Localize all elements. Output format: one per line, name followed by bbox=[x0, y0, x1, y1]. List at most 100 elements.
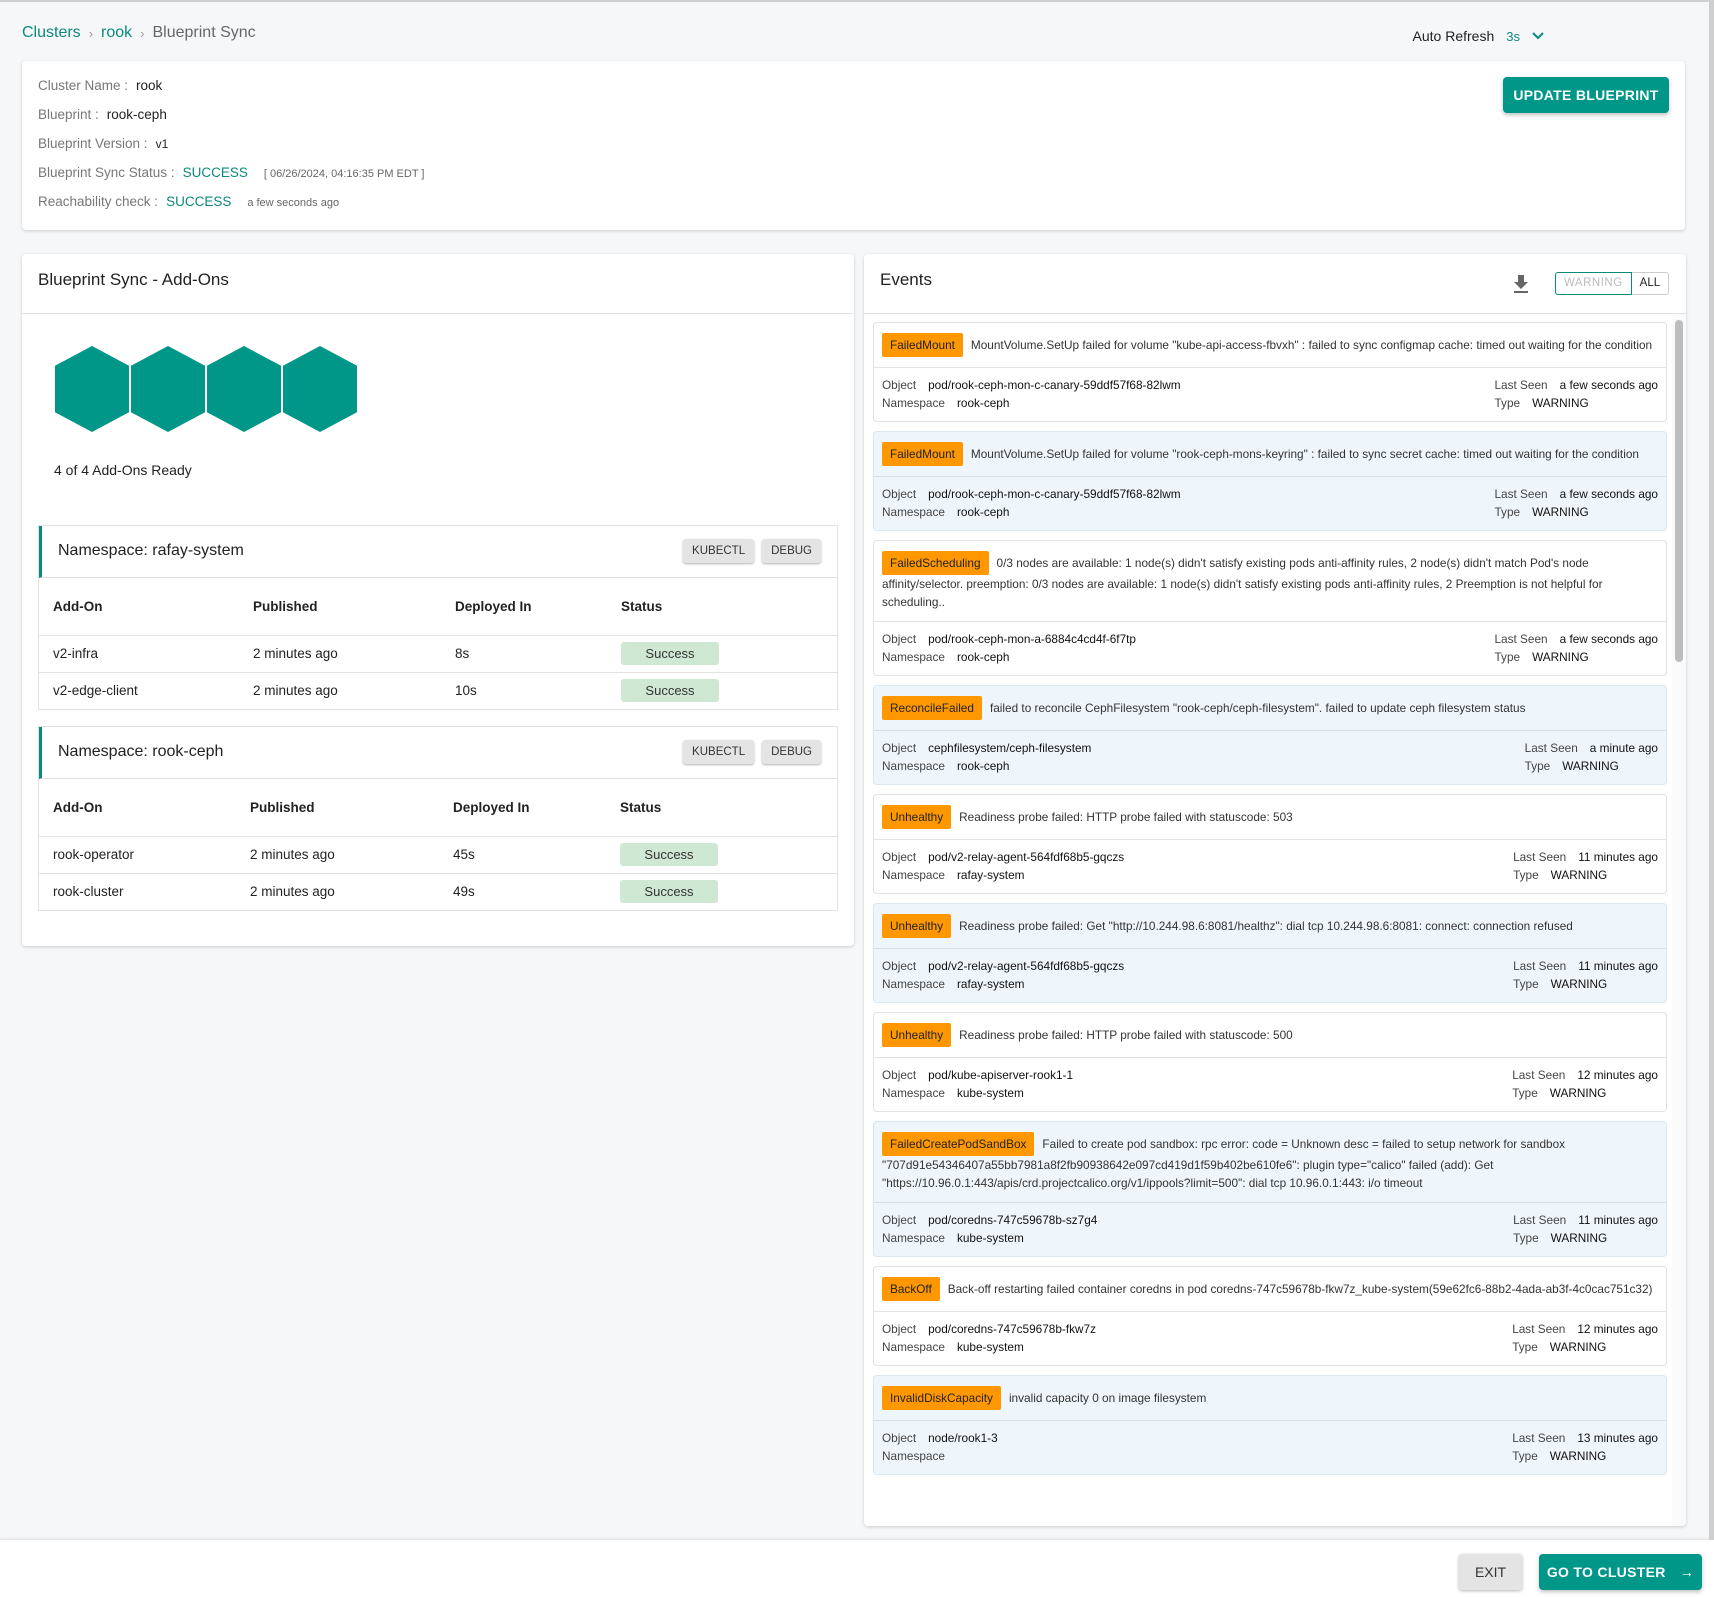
type-label: Type bbox=[1512, 1086, 1538, 1100]
blueprint-version-label: Blueprint Version : bbox=[38, 136, 148, 151]
cluster-name-row: Cluster Name : rook bbox=[38, 78, 162, 93]
blueprint-version-row: Blueprint Version : v1 bbox=[38, 136, 168, 151]
event-type: WARNING bbox=[1532, 505, 1589, 519]
event-message-row: Unhealthy Readiness probe failed: HTTP pr… bbox=[874, 1013, 1666, 1058]
auto-refresh-select[interactable]: 3s bbox=[1506, 29, 1520, 44]
reachability-time: a few seconds ago bbox=[247, 197, 340, 209]
event-item: Unhealthy Readiness probe failed: HTTP pr… bbox=[873, 794, 1667, 894]
last-seen-label: Last Seen bbox=[1513, 1213, 1567, 1227]
type-label: Type bbox=[1513, 977, 1539, 991]
download-icon[interactable] bbox=[1512, 274, 1530, 294]
event-meta-right: Last Seen 12 minutes ago Type WARNING bbox=[1512, 1066, 1658, 1102]
chevron-down-icon[interactable] bbox=[1532, 29, 1544, 43]
sync-status-row: Blueprint Sync Status : SUCCESS [ 06/26/… bbox=[38, 165, 424, 180]
event-type: WARNING bbox=[1550, 1231, 1608, 1245]
event-last-seen: 11 minutes ago bbox=[1578, 1213, 1658, 1227]
event-last-seen: 13 minutes ago bbox=[1577, 1431, 1658, 1445]
event-last-seen: a few seconds ago bbox=[1559, 632, 1658, 646]
event-message: Readiness probe failed: Get "http://10.2… bbox=[959, 919, 1573, 933]
event-type: WARNING bbox=[1550, 977, 1608, 991]
event-type: WARNING bbox=[1549, 1340, 1607, 1354]
event-message-row: FailedCreatePodSandBox Failed to create p… bbox=[874, 1122, 1666, 1203]
filter-warning[interactable]: WARNING bbox=[1555, 272, 1632, 295]
event-object: pod/coredns-747c59678b-sz7g4 bbox=[928, 1213, 1098, 1227]
reachability-label: Reachability check : bbox=[38, 194, 159, 209]
event-meta: Object pod/rook-ceph-mon-c-canary-59ddf57… bbox=[874, 477, 1666, 530]
divider bbox=[864, 313, 1686, 314]
type-label: Type bbox=[1512, 1340, 1538, 1354]
kubectl-button[interactable]: KUBECTL bbox=[683, 740, 755, 764]
addon-status-cell: Success bbox=[606, 836, 837, 874]
event-meta-right: Last Seen 13 minutes ago Type WARNING bbox=[1512, 1429, 1658, 1465]
cluster-name-label: Cluster Name : bbox=[38, 78, 129, 93]
type-label: Type bbox=[1494, 396, 1521, 410]
event-type: WARNING bbox=[1532, 650, 1589, 664]
namespace-label: Namespace bbox=[882, 868, 945, 882]
addon-deployed-in: 10s bbox=[455, 683, 477, 699]
event-meta-right: Last Seen 11 minutes ago Type WARNING bbox=[1513, 848, 1658, 884]
addon-deployed-in: 45s bbox=[439, 836, 606, 874]
update-blueprint-button[interactable]: UPDATE BLUEPRINT bbox=[1503, 77, 1669, 113]
event-meta-left: Object node/rook1-3 Namespace bbox=[882, 1429, 998, 1465]
event-object: pod/coredns-747c59678b-fkw7z bbox=[928, 1322, 1096, 1336]
namespace-label: Namespace bbox=[882, 1231, 945, 1245]
event-message: failed to reconcile CephFilesystem "rook… bbox=[989, 701, 1526, 715]
addon-deployed-in: 8s bbox=[441, 635, 607, 673]
event-namespace: rook-ceph bbox=[956, 396, 1010, 410]
event-meta: Object pod/rook-ceph-mon-c-canary-59ddf57… bbox=[874, 368, 1666, 421]
breadcrumb-separator: › bbox=[88, 25, 94, 41]
event-reason-badge: FailedMount bbox=[882, 333, 963, 357]
event-message: 0/3 nodes are available: 1 node(s) didn'… bbox=[882, 556, 1603, 609]
addons-table: Add-On Published Deployed In Status rook… bbox=[39, 779, 837, 910]
breadcrumb-cluster[interactable]: rook bbox=[101, 24, 132, 42]
divider bbox=[22, 313, 854, 314]
event-meta-left: Object pod/rook-ceph-mon-a-6884c4cd4f-6f7… bbox=[882, 630, 1136, 666]
event-meta-right: Last Seen a few seconds ago Type WARNING bbox=[1494, 376, 1658, 412]
event-reason-badge: Unhealthy bbox=[882, 914, 952, 938]
event-meta-left: Object pod/coredns-747c59678b-fkw7z Names… bbox=[882, 1320, 1096, 1356]
event-item: FailedMount MountVolume.SetUp failed for … bbox=[873, 322, 1667, 422]
event-meta: Object cephfilesystem/ceph-filesystem Nam… bbox=[874, 731, 1666, 784]
namespace-block: Namespace: rafay-system KUBECTL DEBUG Ad… bbox=[38, 525, 838, 710]
reachability-value: SUCCESS bbox=[166, 194, 232, 209]
event-message-row: Unhealthy Readiness probe failed: Get "ht… bbox=[874, 904, 1666, 949]
column-header-status: Status bbox=[606, 779, 837, 837]
event-last-seen: 12 minutes ago bbox=[1577, 1068, 1658, 1082]
object-label: Object bbox=[882, 741, 917, 755]
event-namespace: kube-system bbox=[956, 1086, 1024, 1100]
filter-all[interactable]: ALL bbox=[1631, 272, 1670, 295]
namespace-label: Namespace bbox=[882, 396, 945, 410]
last-seen-label: Last Seen bbox=[1512, 1431, 1566, 1445]
auto-refresh: Auto Refresh 3s bbox=[1413, 28, 1544, 44]
object-label: Object bbox=[882, 1322, 917, 1336]
event-message-row: ReconcileFailed failed to reconcile CephF… bbox=[874, 686, 1666, 731]
arrow-right-icon: → bbox=[1679, 1564, 1695, 1580]
addon-hex-ready bbox=[55, 346, 129, 432]
event-namespace: rook-ceph bbox=[956, 650, 1010, 664]
addons-ready-text: 4 of 4 Add-Ons Ready bbox=[54, 462, 192, 478]
events-scrollbar[interactable] bbox=[1675, 320, 1683, 662]
event-message: invalid capacity 0 on image filesystem bbox=[1008, 1391, 1207, 1405]
last-seen-label: Last Seen bbox=[1524, 741, 1578, 755]
cluster-info-card: Cluster Name : rook Blueprint : rook-cep… bbox=[22, 61, 1685, 230]
debug-button[interactable]: DEBUG bbox=[762, 539, 821, 563]
event-meta: Object pod/rook-ceph-mon-a-6884c4cd4f-6f7… bbox=[874, 622, 1666, 675]
breadcrumb-clusters[interactable]: Clusters bbox=[22, 24, 81, 42]
event-namespace: rook-ceph bbox=[956, 505, 1010, 519]
kubectl-button[interactable]: KUBECTL bbox=[683, 539, 755, 563]
event-object: pod/v2-relay-agent-564fdf68b5-gqczs bbox=[928, 850, 1125, 864]
event-last-seen: a few seconds ago bbox=[1559, 487, 1658, 501]
event-meta: Object pod/coredns-747c59678b-sz7g4 Names… bbox=[874, 1203, 1666, 1256]
go-to-cluster-button[interactable]: GO TO CLUSTER → bbox=[1539, 1554, 1702, 1590]
event-meta-left: Object cephfilesystem/ceph-filesystem Nam… bbox=[882, 739, 1091, 775]
event-message: Readiness probe failed: HTTP probe faile… bbox=[959, 1028, 1293, 1042]
page-scrollbar[interactable] bbox=[1709, 0, 1714, 1540]
exit-button[interactable]: EXIT bbox=[1459, 1554, 1522, 1590]
event-message: Readiness probe failed: HTTP probe faile… bbox=[959, 810, 1293, 824]
event-meta: Object pod/kube-apiserver-rook1-1 Namespa… bbox=[874, 1058, 1666, 1111]
event-message-row: FailedScheduling 0/3 nodes are available:… bbox=[874, 541, 1666, 622]
addon-name: v2-edge-client bbox=[53, 683, 138, 699]
last-seen-label: Last Seen bbox=[1512, 1068, 1566, 1082]
sync-status-label: Blueprint Sync Status : bbox=[38, 165, 175, 180]
debug-button[interactable]: DEBUG bbox=[762, 740, 821, 764]
